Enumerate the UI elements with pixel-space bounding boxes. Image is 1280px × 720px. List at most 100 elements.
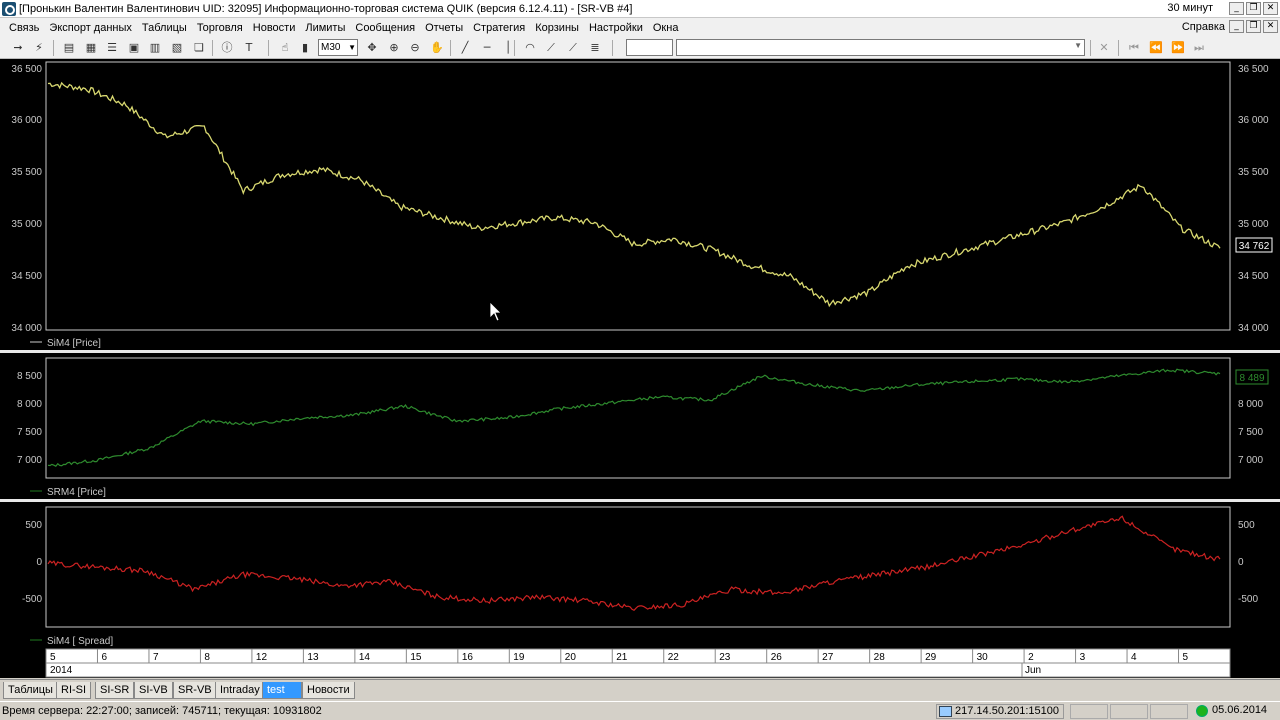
srm4-pane-axis: 8 5008 5008 0008 0007 5007 5007 0007 000 [17, 371, 1263, 466]
chart-canvas[interactable]: 36 500 36 50036 000 36 00035 500 35 50035 0… [0, 59, 1280, 678]
tab-test[interactable]: test [262, 682, 302, 699]
server-status: Время сервера: 22:27:00; записей: 745711… [2, 705, 322, 717]
status-cell [1070, 704, 1108, 719]
horizontal-line-icon[interactable]: ─ [479, 40, 495, 56]
menu-export[interactable]: Экспорт данных [44, 22, 136, 34]
fan-tool-icon[interactable]: ⟋ [543, 40, 559, 56]
tab-news[interactable]: Новости [302, 682, 355, 699]
spread-series[interactable] [47, 515, 1221, 612]
info-icon[interactable]: ⓘ [219, 40, 235, 56]
menu-limits[interactable]: Лимиты [300, 22, 350, 34]
time-tick-label: 26 [771, 652, 783, 663]
quik-app-icon[interactable] [2, 1, 16, 16]
srm4-price-series[interactable] [47, 368, 1221, 467]
y-tick-label-left: -500 [22, 594, 42, 605]
menu-trading[interactable]: Торговля [192, 22, 248, 34]
toolbar-separator [1090, 40, 1091, 56]
y-tick-label-left: 0 [36, 557, 42, 568]
list-icon[interactable]: ☰ [104, 40, 120, 56]
bar-chart-icon[interactable]: ▮ [297, 40, 313, 56]
disconnect-icon[interactable]: ⚡ [31, 40, 47, 56]
next-page-icon[interactable]: ⏩ [1170, 40, 1186, 56]
arc-tool-icon[interactable]: ◠ [522, 40, 538, 56]
toolbar-separator [1118, 40, 1119, 56]
y-tick-label-left: 36 500 [11, 64, 42, 75]
time-tick-label: 6 [101, 652, 107, 663]
orders-icon[interactable]: ▣ [126, 40, 142, 56]
tab-si-vb[interactable]: SI-VB [134, 682, 173, 699]
tab-si-sr[interactable]: SI-SR [95, 682, 135, 699]
window-controls: _ ❐ ✕ [1229, 2, 1278, 15]
server-connection[interactable]: 217.14.50.201:15100 [936, 704, 1064, 719]
fibonacci-levels-icon[interactable]: ≣ [587, 40, 603, 56]
interval-select[interactable]: M30 [318, 39, 358, 56]
toolbar-separator [212, 40, 213, 56]
y-tick-label-left: 35 000 [11, 219, 42, 230]
menu-help[interactable]: Справка [1182, 21, 1225, 33]
y-tick-label-right: 500 [1238, 520, 1255, 531]
sim4-price-series[interactable] [47, 81, 1221, 308]
child-close-icon[interactable]: ✕ [1263, 20, 1278, 33]
zoom-out-icon[interactable]: ⊖ [407, 40, 423, 56]
first-page-icon[interactable]: ⏮ [1126, 40, 1142, 56]
pane-splitter-1[interactable] [0, 350, 1280, 353]
menu-tables[interactable]: Таблицы [137, 22, 192, 34]
tab-ri-si[interactable]: RI-SI [56, 682, 92, 699]
zoom-in-icon[interactable]: ⊕ [386, 40, 402, 56]
menu-strategy[interactable]: Стратегия [468, 22, 530, 34]
child-restore-icon[interactable]: ❐ [1246, 20, 1261, 33]
y-tick-label-left: 8 500 [17, 371, 42, 382]
tab-sr-vb[interactable]: SR-VB [173, 682, 217, 699]
pane-splitter-2[interactable] [0, 499, 1280, 502]
menu-baskets[interactable]: Корзины [530, 22, 584, 34]
quotes-icon[interactable]: ▦ [83, 40, 99, 56]
delete-icon[interactable]: ✕ [1096, 40, 1112, 56]
restore-icon[interactable]: ❐ [1246, 2, 1261, 15]
spread-legend[interactable]: SiM4 [ Spread] [47, 636, 113, 647]
y-tick-label-left: 7 000 [17, 455, 42, 466]
time-tick-label: 21 [616, 652, 628, 663]
menu-windows[interactable]: Окна [648, 22, 684, 34]
crosshair-icon[interactable]: ✥ [364, 40, 380, 56]
spread-pane-axis: 500 500 0 0 -500 -500 [22, 520, 1258, 605]
prev-page-icon[interactable]: ⏪ [1148, 40, 1164, 56]
menu-news[interactable]: Новости [248, 22, 301, 34]
fibonacci-fan-icon[interactable]: ⟋ [565, 40, 581, 56]
y-tick-label-right: 7 500 [1238, 427, 1263, 438]
menu-settings[interactable]: Настройки [584, 22, 648, 34]
last-page-icon[interactable]: ⏭ [1191, 40, 1207, 56]
menu-reports[interactable]: Отчеты [420, 22, 468, 34]
toolbar-separator [268, 40, 269, 56]
copy-icon[interactable]: ❏ [191, 40, 207, 56]
status-cell [1110, 704, 1148, 719]
arrow-right-icon[interactable]: ➞ [10, 40, 26, 56]
chart-window[interactable]: 36 500 36 500 36 000 36 000 35 500 35 500 35 0… [0, 59, 1280, 678]
sim4-last-price: 34 762 [1239, 241, 1270, 252]
srm4-legend[interactable]: SRM4 [Price] [47, 487, 106, 498]
time-tick-label: 8 [204, 652, 210, 663]
hand-pointer-icon[interactable]: ☝ [277, 40, 293, 56]
drawing-label-dropdown[interactable] [676, 39, 1085, 56]
table-icon[interactable]: ▤ [61, 40, 77, 56]
text-tool-icon[interactable]: T [241, 40, 257, 56]
y-tick-label-left: 8 000 [17, 399, 42, 410]
hand-pan-icon[interactable]: ✋ [429, 40, 445, 56]
trend-line-icon[interactable]: ╱ [457, 40, 473, 56]
toolbar-separator [514, 40, 515, 56]
child-minimize-icon[interactable]: _ [1229, 20, 1244, 33]
menu-messages[interactable]: Сообщения [350, 22, 420, 34]
toolbar-separator [612, 40, 613, 56]
minimize-icon[interactable]: _ [1229, 2, 1244, 15]
mouse-cursor-icon [489, 301, 502, 322]
menu-connection[interactable]: Связь [4, 22, 44, 34]
deals-icon[interactable]: ▥ [147, 40, 163, 56]
close-icon[interactable]: ✕ [1263, 2, 1278, 15]
y-tick-label-right: 34 500 [1238, 271, 1269, 282]
tab-intraday[interactable]: Intraday [215, 682, 265, 699]
price-pane-axis: 36 500 36 500 36 000 36 000 35 500 35 500 35 0… [11, 64, 1269, 334]
drawing-text-field[interactable] [626, 39, 673, 56]
trade-date: 05.06.2014 [1212, 704, 1268, 716]
sim4-legend[interactable]: SiM4 [Price] [47, 338, 101, 349]
stop-orders-icon[interactable]: ▧ [169, 40, 185, 56]
tab-tables[interactable]: Таблицы [3, 682, 58, 699]
